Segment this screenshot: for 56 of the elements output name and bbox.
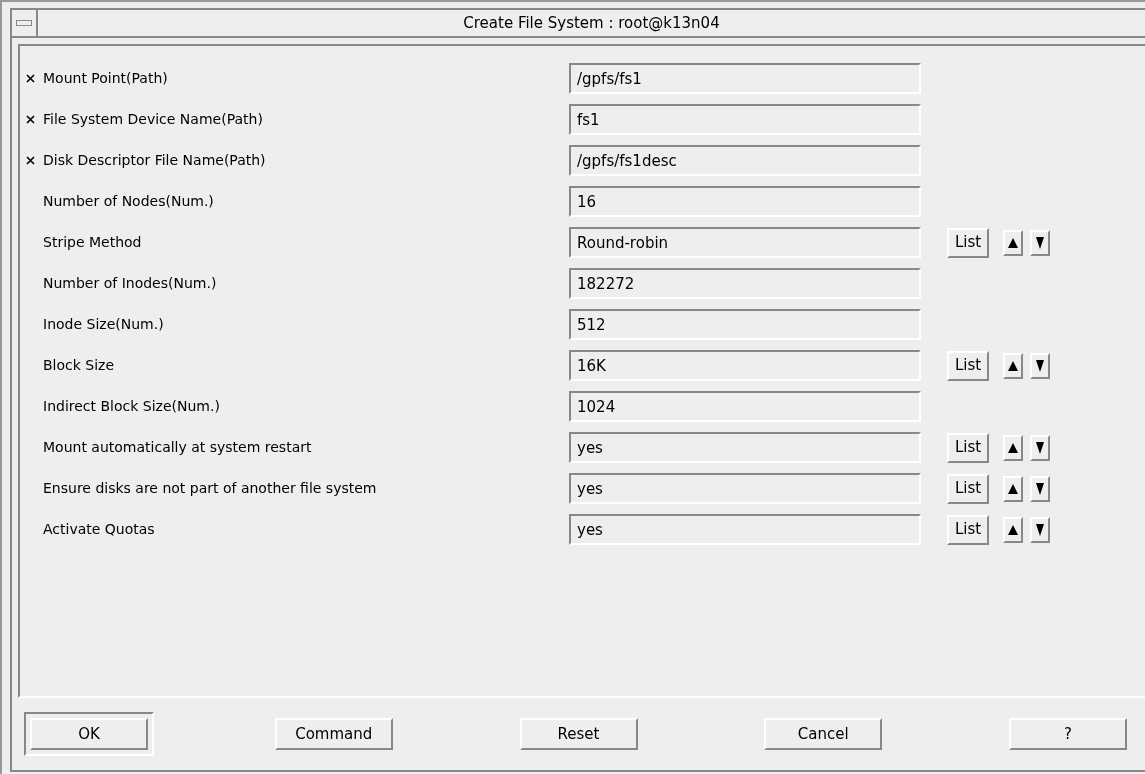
field-label: Inode Size(Num.)	[43, 315, 164, 334]
input-field[interactable]: 1024	[569, 391, 921, 422]
up-button[interactable]	[1003, 434, 1023, 461]
input-field[interactable]: 182272	[569, 268, 921, 299]
up-arrow-icon	[1008, 237, 1018, 248]
input-field[interactable]: /gpfs/fs1desc	[569, 145, 921, 176]
input-field[interactable]: 512	[569, 309, 921, 340]
up-arrow-icon	[1008, 360, 1018, 371]
field-label: Number of Nodes(Num.)	[43, 192, 214, 211]
dialog-button[interactable]: Reset	[519, 718, 638, 750]
input-field[interactable]: Round-robin	[569, 227, 921, 258]
dialog-button[interactable]: Cancel	[764, 718, 883, 750]
input-field[interactable]: yes	[569, 432, 921, 463]
input-field[interactable]: /gpfs/fs1	[569, 63, 921, 94]
field-label: Ensure disks are not part of another file system	[43, 479, 377, 498]
down-button[interactable]	[1030, 352, 1050, 379]
down-arrow-icon	[1036, 236, 1044, 249]
down-button[interactable]	[1030, 516, 1050, 543]
field-label: File System Device Name(Path)	[43, 110, 263, 129]
field-label: Activate Quotas	[43, 520, 155, 539]
window-title: Create File System : root@k13n04	[462, 13, 721, 34]
up-button[interactable]	[1003, 516, 1023, 543]
up-arrow-icon	[1008, 442, 1018, 453]
dialog-button[interactable]: ?	[1009, 718, 1127, 750]
up-arrow-icon	[1008, 524, 1018, 535]
list-button[interactable]: List	[947, 473, 989, 504]
field-label: Block Size	[43, 356, 115, 375]
list-button[interactable]: List	[947, 432, 989, 463]
down-button[interactable]	[1030, 434, 1050, 461]
down-button[interactable]	[1030, 475, 1050, 502]
up-button[interactable]	[1003, 475, 1023, 502]
down-arrow-icon	[1036, 523, 1044, 536]
up-arrow-icon	[1008, 483, 1018, 494]
input-field[interactable]: yes	[569, 514, 921, 545]
dialog-button[interactable]: Command	[274, 718, 393, 750]
field-label: Indirect Block Size(Num.)	[43, 397, 220, 416]
down-arrow-icon	[1036, 441, 1044, 454]
input-field[interactable]: 16K	[569, 350, 921, 381]
down-button[interactable]	[1030, 229, 1050, 256]
down-arrow-icon	[1036, 482, 1044, 495]
dialog-button[interactable]: OK	[30, 718, 148, 750]
down-arrow-icon	[1036, 359, 1044, 372]
up-button[interactable]	[1003, 229, 1023, 256]
up-button[interactable]	[1003, 352, 1023, 379]
field-label: Mount Point(Path)	[43, 69, 168, 88]
field-label: Stripe Method	[43, 233, 142, 252]
list-button[interactable]: List	[947, 514, 989, 545]
list-button[interactable]: List	[947, 350, 989, 381]
field-label: Number of Inodes(Num.)	[43, 274, 217, 293]
input-field[interactable]: 16	[569, 186, 921, 217]
field-label: Mount automatically at system restart	[43, 438, 312, 457]
window-menu-icon[interactable]	[16, 20, 32, 26]
field-label: Disk Descriptor File Name(Path)	[43, 151, 266, 170]
list-button[interactable]: List	[947, 227, 989, 258]
input-field[interactable]: yes	[569, 473, 921, 504]
input-field[interactable]: fs1	[569, 104, 921, 135]
